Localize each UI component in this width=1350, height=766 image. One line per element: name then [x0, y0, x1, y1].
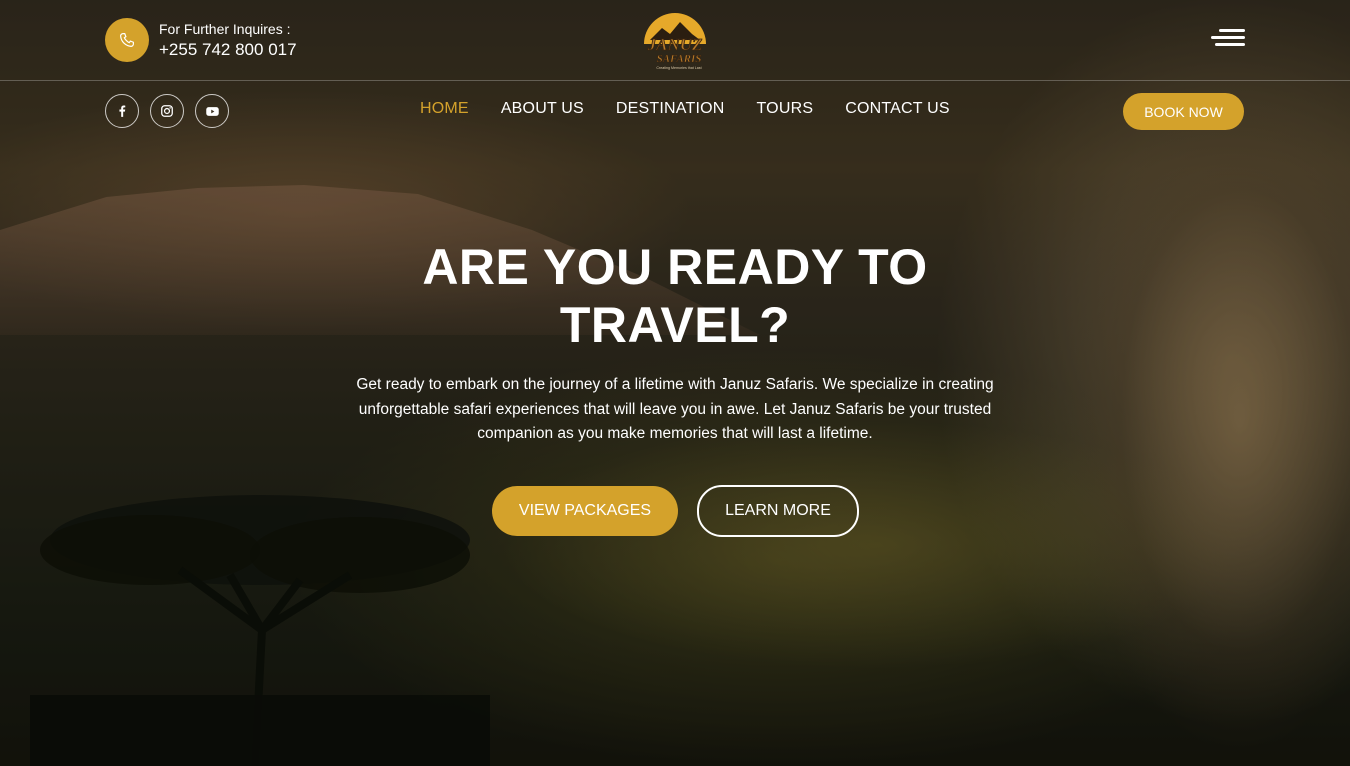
- logo-title: JANUZ: [647, 35, 703, 54]
- headline-line-2: TRAVEL?: [559, 297, 791, 353]
- description-line-3: companion as you make memories that will…: [477, 425, 873, 442]
- view-packages-button[interactable]: VIEW PACKAGES: [492, 486, 678, 536]
- social-links: [105, 94, 229, 128]
- facebook-icon: [119, 105, 126, 117]
- facebook-link[interactable]: [105, 94, 139, 128]
- instagram-icon: [161, 105, 173, 117]
- nav-tours[interactable]: TOURS: [757, 100, 814, 118]
- description-line-2: unforgettable safari experiences that wi…: [358, 400, 992, 418]
- hero-description: Get ready to embark on the journey of a …: [320, 373, 1030, 447]
- nav-home[interactable]: HOME: [420, 100, 469, 118]
- hero-headline: ARE YOU READY TO TRAVEL?: [325, 238, 1025, 354]
- book-now-button[interactable]: BOOK NOW: [1123, 93, 1244, 130]
- nav-about-us[interactable]: ABOUT US: [501, 100, 584, 118]
- main-nav: HOME ABOUT US DESTINATION TOURS CONTACT …: [420, 100, 982, 118]
- learn-more-button[interactable]: LEARN MORE: [697, 485, 859, 537]
- phone-label: For Further Inquires :: [159, 21, 291, 37]
- hamburger-line: [1211, 36, 1245, 39]
- instagram-link[interactable]: [150, 94, 184, 128]
- phone-number[interactable]: +255 742 800 017: [159, 40, 297, 60]
- phone-button[interactable]: [105, 18, 149, 62]
- youtube-link[interactable]: [195, 94, 229, 128]
- nav-contact-us[interactable]: CONTACT US: [845, 100, 950, 118]
- hamburger-line: [1219, 29, 1245, 32]
- hamburger-line: [1215, 43, 1245, 46]
- logo-subtitle: SAFARIS: [657, 53, 702, 65]
- hamburger-menu-icon[interactable]: [1211, 27, 1245, 49]
- youtube-icon: [205, 106, 219, 116]
- nav-destination[interactable]: DESTINATION: [616, 100, 725, 118]
- description-line-1: Get ready to embark on the journey of a …: [356, 376, 994, 393]
- phone-icon: [120, 33, 134, 47]
- headline-line-1: ARE YOU READY TO: [422, 239, 928, 295]
- januz-safaris-logo[interactable]: JANUZ SAFARIS Creating Memories that Las…: [636, 10, 714, 72]
- logo-tagline: Creating Memories that Last: [656, 66, 701, 70]
